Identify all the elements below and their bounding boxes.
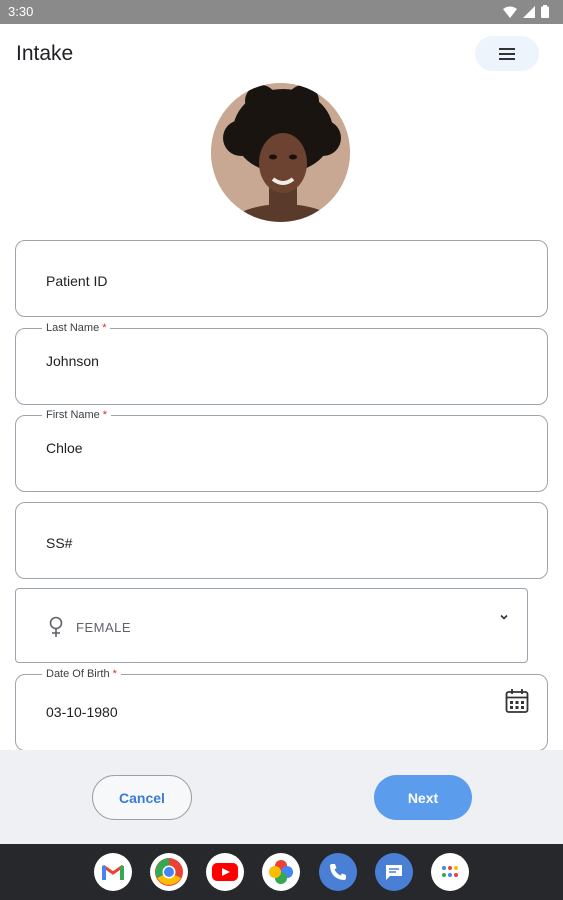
dob-value: 03-10-1980 <box>46 704 118 720</box>
gender-select[interactable]: FEMALE <box>15 588 528 663</box>
chrome-icon[interactable] <box>150 853 188 891</box>
patient-id-placeholder: Patient ID <box>46 273 108 289</box>
status-bar: 3:30 <box>0 0 563 24</box>
female-symbol-icon <box>49 616 63 637</box>
first-name-field[interactable]: First Name * Chloe <box>15 408 548 492</box>
required-mark: * <box>112 668 117 680</box>
status-time: 3:30 <box>8 4 34 19</box>
dob-label: Date Of Birth * <box>42 667 121 681</box>
last-name-field[interactable]: Last Name * Johnson <box>15 321 548 405</box>
messages-icon[interactable] <box>375 853 413 891</box>
hamburger-menu-icon <box>499 45 515 63</box>
next-button[interactable]: Next <box>374 775 472 820</box>
app-drawer-icon[interactable] <box>431 853 469 891</box>
avatar[interactable] <box>211 83 350 222</box>
first-name-value: Chloe <box>46 440 83 456</box>
chevron-down-icon <box>500 614 508 620</box>
last-name-label: Last Name * <box>42 321 111 335</box>
cancel-button[interactable]: Cancel <box>92 775 192 820</box>
gender-value: FEMALE <box>76 620 132 635</box>
first-name-label: First Name * <box>42 408 112 422</box>
battery-icon <box>541 5 549 18</box>
menu-button[interactable] <box>475 36 539 71</box>
youtube-icon[interactable] <box>206 853 244 891</box>
last-name-value: Johnson <box>46 353 99 369</box>
ssn-placeholder: SS# <box>46 535 73 551</box>
action-bar <box>0 750 563 844</box>
required-mark: * <box>102 409 108 421</box>
phone-icon[interactable] <box>319 853 357 891</box>
calendar-icon[interactable] <box>505 688 529 714</box>
patient-id-field[interactable]: Patient ID <box>15 240 548 317</box>
dob-field[interactable]: Date Of Birth * 03-10-1980 <box>15 667 548 751</box>
required-mark: * <box>102 322 107 334</box>
signal-icon <box>523 5 535 18</box>
patient-photo <box>211 83 350 222</box>
ssn-field[interactable]: SS# <box>15 502 548 579</box>
status-icons <box>503 5 549 18</box>
photos-icon[interactable] <box>262 853 300 891</box>
gmail-icon[interactable] <box>94 853 132 891</box>
wifi-icon <box>503 6 517 18</box>
page-title: Intake <box>16 42 74 65</box>
